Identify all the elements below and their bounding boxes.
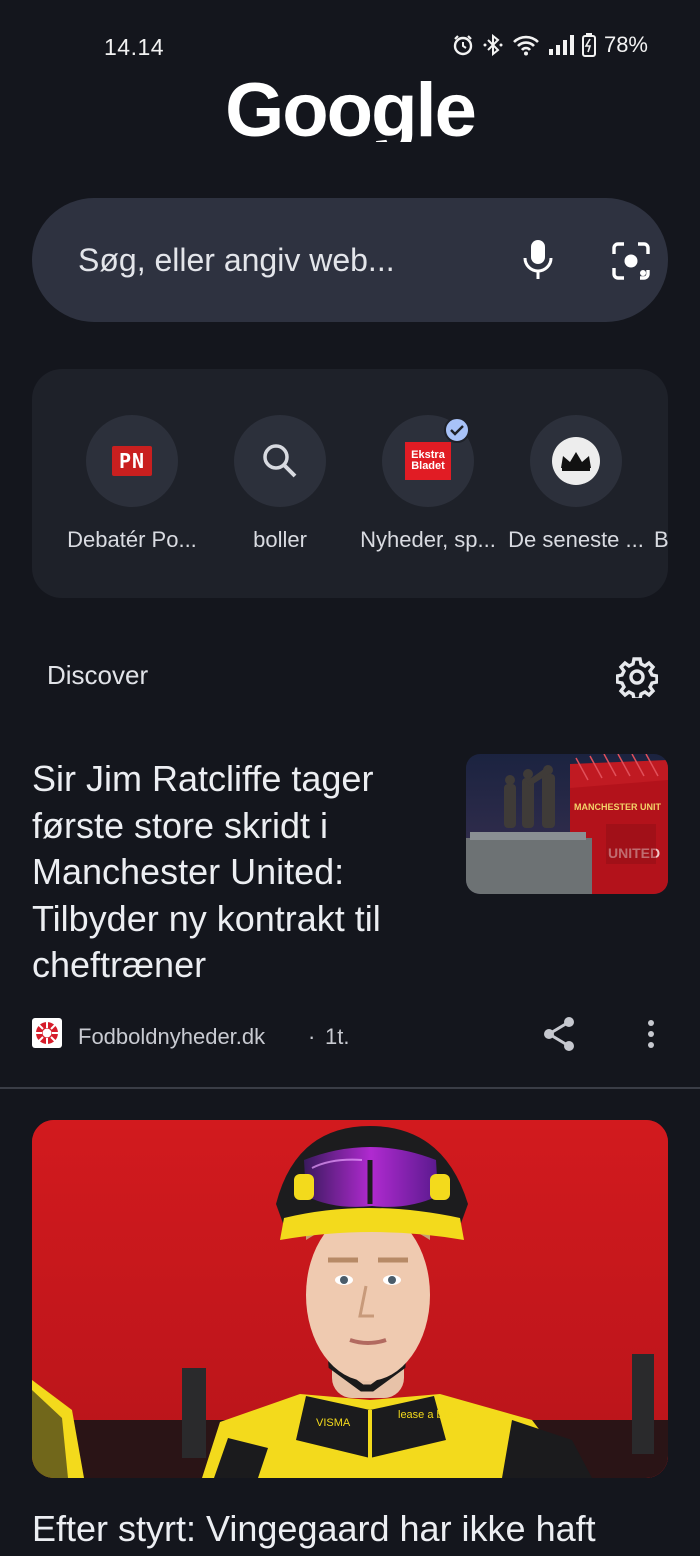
search-bar[interactable] [32, 198, 668, 322]
source-name[interactable]: Fodboldnyheder.dk [78, 1024, 265, 1050]
shortcut-tile-boller[interactable]: boller [206, 415, 354, 565]
jersey-text: lease a bike [398, 1409, 457, 1421]
article-hero-image[interactable]: VISMA lease a bike [32, 1120, 668, 1478]
shortcut-label: Debatér Po... [67, 527, 197, 552]
article-headline[interactable]: Sir Jim Ratcliffe tager første store skr… [32, 756, 432, 989]
article-source-row: Fodboldnyheder.dk · 1t. [32, 1016, 672, 1052]
pn-logo-icon: PN [86, 415, 178, 507]
shortcut-tile-crown[interactable]: De seneste ... [502, 415, 650, 565]
shortcut-tile-politiken[interactable]: PN Debatér Po... [58, 415, 206, 565]
article-headline[interactable]: Efter styrt: Vingegaard har ikke haft [32, 1506, 672, 1552]
pn-logo-text: PN [118, 449, 146, 473]
lens-icon[interactable] [610, 240, 652, 282]
mic-icon[interactable] [518, 238, 558, 282]
gear-icon[interactable] [615, 656, 659, 701]
crown-logo-icon [530, 415, 622, 507]
shortcut-label: boller [253, 527, 307, 552]
search-input[interactable] [78, 198, 448, 322]
thumbnail-sign-text: MANCHESTER UNIT [574, 802, 662, 812]
shortcut-tile-ekstrabladet[interactable]: Ekstra Bladet Nyheder, sp... [354, 415, 502, 565]
source-logo-icon [32, 1018, 62, 1048]
article-thumbnail[interactable]: MANCHESTER UNIT UNITED [466, 754, 668, 894]
separator-dot: · [308, 1024, 316, 1049]
shortcut-label: Nyheder, sp... [360, 527, 496, 552]
shortcut-label: De seneste ... [508, 527, 644, 552]
search-icon [234, 415, 326, 507]
discover-title: Discover [47, 660, 149, 690]
google-logo: Google [225, 68, 477, 142]
share-icon[interactable] [542, 1016, 576, 1052]
more-vert-icon[interactable] [640, 1018, 662, 1050]
article-time: 1t. [325, 1024, 350, 1049]
jersey-text: VISMA [316, 1417, 351, 1429]
divider [0, 1087, 700, 1089]
shortcut-label-partial[interactable]: B [654, 527, 668, 553]
ekstra-bladet-logo-text: Ekstra Bladet [411, 449, 445, 472]
verified-badge-icon [444, 417, 470, 443]
shortcuts-panel: PN Debatér Po... boller Ekstra Bladet Ny… [32, 369, 668, 598]
